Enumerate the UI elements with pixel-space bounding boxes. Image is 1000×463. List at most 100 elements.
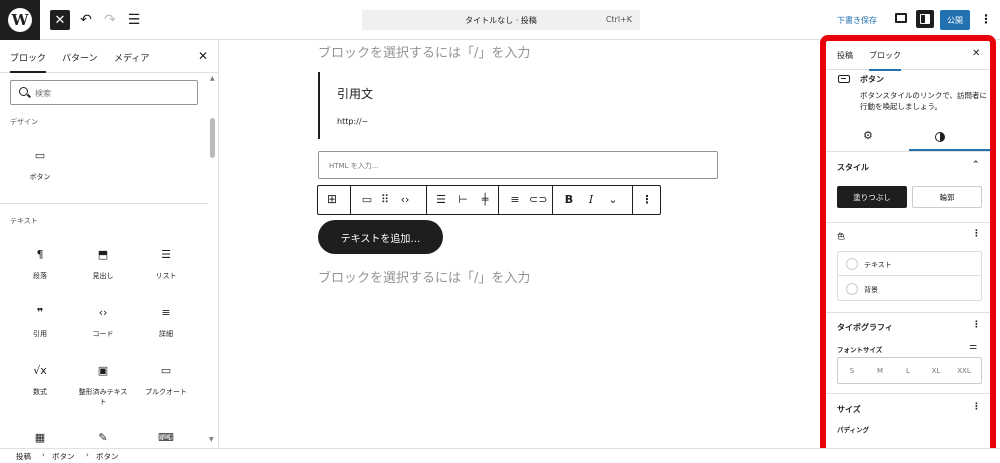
more-options-icon[interactable]: ⋮ <box>639 193 655 206</box>
breadcrumb-item: ボタン <box>96 452 119 461</box>
padding-label: パディング <box>837 426 870 434</box>
settings-sliders-icon[interactable]: ⚌ <box>969 342 977 352</box>
block-item-details[interactable]: ≡ 詳細 <box>136 305 196 339</box>
tab-media[interactable]: メディア <box>114 51 149 64</box>
scroll-thumb[interactable] <box>210 118 215 158</box>
color-text-row[interactable]: テキスト <box>838 252 981 276</box>
font-size-option[interactable]: M <box>870 367 890 375</box>
block-placeholder[interactable]: ブロックを選択するには「/」を入力 <box>318 267 530 286</box>
link-icon[interactable]: ⊂⊃ <box>529 193 547 206</box>
more-options-icon[interactable]: ⋮ <box>980 12 992 26</box>
settings-panel-icon[interactable] <box>916 10 934 28</box>
search-placeholder: 検索 <box>35 89 51 98</box>
block-label: 数式 <box>33 388 47 396</box>
command-palette[interactable]: タイトルなし · 投稿 Ctrl+K <box>362 10 640 30</box>
move-icon[interactable]: ‹› <box>397 193 413 206</box>
chevron-up-icon[interactable]: ⌃ <box>972 160 980 170</box>
tab-post[interactable]: 投稿 <box>837 50 853 61</box>
text-align-icon[interactable]: ≡ <box>507 193 523 206</box>
align-full-icon[interactable]: ☰ <box>433 193 449 206</box>
details-icon: ≡ <box>161 306 171 319</box>
chevron-down-icon[interactable]: ⌄ <box>605 193 621 206</box>
preview-device-icon[interactable] <box>895 13 907 23</box>
redo-icon: ↷ <box>104 12 116 28</box>
style-fill-button[interactable]: 塗りつぶし <box>837 186 907 208</box>
toolbar-group: ≡ ⊂⊃ <box>498 186 552 214</box>
undo-icon: ↶ <box>80 12 92 28</box>
close-inserter-button[interactable]: ✕ <box>50 10 70 30</box>
tab-patterns[interactable]: パターン <box>62 51 98 64</box>
block-item-code[interactable]: ‹› コード <box>73 305 133 339</box>
breadcrumb-item[interactable]: 投稿 <box>16 451 31 462</box>
font-size-option[interactable]: S <box>842 367 862 375</box>
styles-tab[interactable] <box>930 127 950 146</box>
button-block[interactable]: テキストを追加… <box>318 220 443 254</box>
feather-icon: ✎ <box>98 431 108 444</box>
redo-button[interactable]: ↷ <box>102 10 118 30</box>
block-item-heading[interactable]: ⬒ 見出し <box>73 247 133 281</box>
close-icon[interactable]: ✕ <box>972 48 980 59</box>
scroll-up-icon[interactable]: ▲ <box>210 75 215 82</box>
block-label: プルクオート <box>145 388 187 396</box>
buttons-parent-icon[interactable]: ⊞ <box>324 192 340 206</box>
block-item-math[interactable]: √x 数式 <box>10 363 70 397</box>
quote-citation[interactable]: http://~ <box>337 117 368 126</box>
styles-section-title[interactable]: スタイル <box>837 162 869 173</box>
font-size-option[interactable]: XL <box>926 367 946 375</box>
block-item-paragraph[interactable]: ¶ 段落 <box>10 247 70 281</box>
button-icon: ▭ <box>34 149 46 162</box>
size-section-title: サイズ <box>837 405 861 414</box>
block-item-list[interactable]: ☰ リスト <box>136 247 196 281</box>
search-icon <box>19 87 28 96</box>
save-draft-button[interactable]: 下書き保存 <box>837 15 877 26</box>
bold-icon[interactable]: B <box>561 193 577 206</box>
scroll-down-icon[interactable]: ▼ <box>209 436 214 443</box>
breadcrumb-item[interactable]: ボタン <box>52 451 75 462</box>
font-size-option[interactable]: XXL <box>954 367 974 375</box>
editor-canvas[interactable]: ブロックを選択するには「/」を入力 引用文 http://~ HTML を入力…… <box>219 40 816 448</box>
quote-block[interactable]: 引用文 http://~ <box>318 72 618 139</box>
wordpress-logo-button[interactable]: W <box>0 0 40 40</box>
justify-left-icon[interactable]: ⊢ <box>455 193 471 206</box>
block-item-table[interactable]: ▦ <box>10 430 70 446</box>
more-options-icon[interactable]: ⋮ <box>972 320 981 330</box>
block-label: コード <box>92 330 114 338</box>
block-item-preformatted[interactable]: ▣ 整形済みテキスト <box>73 363 133 407</box>
pullquote-icon: ▭ <box>160 364 172 377</box>
publish-button[interactable]: 公開 <box>940 10 970 30</box>
sidebar-tabs: 投稿 ブロック ✕ <box>826 40 996 71</box>
block-placeholder[interactable]: ブロックを選択するには「/」を入力 <box>318 42 530 61</box>
custom-html-block[interactable]: HTML を入力… <box>318 151 718 179</box>
block-item-keyboard[interactable]: ⌨ <box>136 430 196 446</box>
document-overview-button[interactable]: ☰ <box>126 10 142 30</box>
breadcrumb: 投稿 › ボタン › ボタン <box>0 448 1000 463</box>
tab-block[interactable]: ブロック <box>869 50 901 71</box>
close-icon[interactable]: ✕ <box>198 49 208 63</box>
search-input[interactable]: 検索 <box>10 80 198 105</box>
font-size-option[interactable]: L <box>898 367 918 375</box>
block-item-pullquote[interactable]: ▭ プルクオート <box>136 363 196 397</box>
document-title: タイトルなし · 投稿 <box>465 16 537 25</box>
button-icon[interactable]: ▭ <box>359 193 375 206</box>
color-background-row[interactable]: 背景 <box>838 277 981 301</box>
block-item-verse[interactable]: ✎ <box>73 430 133 446</box>
block-inserter-panel: ブロック パターン メディア ✕ 検索 デザイン ▭ ボタン テキスト ¶ 段落… <box>0 40 219 448</box>
undo-button[interactable]: ↶ <box>78 10 94 30</box>
more-options-icon[interactable]: ⋮ <box>972 229 981 239</box>
italic-icon[interactable]: I <box>583 193 599 206</box>
justify-center-icon[interactable]: ╪ <box>477 193 493 206</box>
block-label: 整形済みテキスト <box>78 388 128 406</box>
inserter-scrollbar[interactable]: ▲ ▼ <box>208 73 218 448</box>
font-size-label: フォントサイズ <box>837 346 883 354</box>
more-options-icon[interactable]: ⋮ <box>972 402 981 412</box>
block-item-button[interactable]: ▭ ボタン <box>10 148 70 182</box>
top-toolbar: W ✕ ↶ ↷ ☰ タイトルなし · 投稿 Ctrl+K 下書き保存 公開 ⋮ <box>0 0 1000 40</box>
divider <box>826 312 996 313</box>
gear-icon[interactable]: ⚙ <box>863 129 873 142</box>
category-design: デザイン <box>10 118 38 126</box>
block-item-quote[interactable]: ❞ 引用 <box>10 305 70 339</box>
tab-blocks[interactable]: ブロック <box>10 51 47 73</box>
quote-text[interactable]: 引用文 <box>337 85 373 102</box>
style-outline-button[interactable]: 輪郭 <box>912 186 982 208</box>
drag-handle-icon[interactable]: ⠿ <box>377 193 393 206</box>
